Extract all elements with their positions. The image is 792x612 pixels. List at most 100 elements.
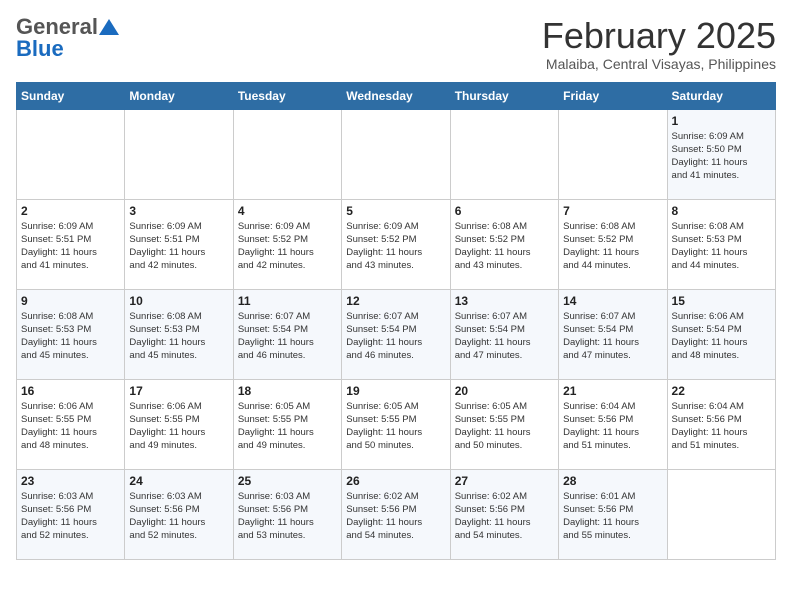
- calendar-cell: 22 Sunrise: 6:04 AM Sunset: 5:56 PM Dayli…: [667, 379, 775, 469]
- day-number: 4: [238, 204, 337, 218]
- calendar-cell: [233, 109, 341, 199]
- day-info: Sunrise: 6:03 AM Sunset: 5:56 PM Dayligh…: [238, 490, 337, 543]
- calendar-cell: 23 Sunrise: 6:03 AM Sunset: 5:56 PM Dayli…: [17, 469, 125, 559]
- day-info: Sunrise: 6:04 AM Sunset: 5:56 PM Dayligh…: [563, 400, 662, 453]
- day-info: Sunrise: 6:05 AM Sunset: 5:55 PM Dayligh…: [238, 400, 337, 453]
- day-number: 16: [21, 384, 120, 398]
- day-info: Sunrise: 6:07 AM Sunset: 5:54 PM Dayligh…: [455, 310, 554, 363]
- day-number: 15: [672, 294, 771, 308]
- day-number: 5: [346, 204, 445, 218]
- day-number: 28: [563, 474, 662, 488]
- day-info: Sunrise: 6:06 AM Sunset: 5:54 PM Dayligh…: [672, 310, 771, 363]
- calendar-week-row: 2Sunrise: 6:09 AM Sunset: 5:51 PM Daylig…: [17, 199, 776, 289]
- day-info: Sunrise: 6:09 AM Sunset: 5:52 PM Dayligh…: [346, 220, 445, 273]
- day-info: Sunrise: 6:07 AM Sunset: 5:54 PM Dayligh…: [346, 310, 445, 363]
- calendar-cell: 5 Sunrise: 6:09 AM Sunset: 5:52 PM Daylig…: [342, 199, 450, 289]
- calendar-cell: 16 Sunrise: 6:06 AM Sunset: 5:55 PM Dayli…: [17, 379, 125, 469]
- month-year-title: February 2025: [542, 16, 776, 56]
- calendar-cell: 17 Sunrise: 6:06 AM Sunset: 5:55 PM Dayli…: [125, 379, 233, 469]
- calendar-cell: 15 Sunrise: 6:06 AM Sunset: 5:54 PM Dayli…: [667, 289, 775, 379]
- day-info: Sunrise: 6:07 AM Sunset: 5:54 PM Dayligh…: [563, 310, 662, 363]
- calendar-cell: [17, 109, 125, 199]
- weekday-header-row: SundayMondayTuesdayWednesdayThursdayFrid…: [17, 82, 776, 109]
- day-number: 23: [21, 474, 120, 488]
- calendar-cell: 14 Sunrise: 6:07 AM Sunset: 5:54 PM Dayli…: [559, 289, 667, 379]
- location-subtitle: Malaiba, Central Visayas, Philippines: [542, 56, 776, 72]
- calendar-table: SundayMondayTuesdayWednesdayThursdayFrid…: [16, 82, 776, 560]
- logo-icon: [99, 19, 119, 35]
- day-number: 14: [563, 294, 662, 308]
- day-info: Sunrise: 6:08 AM Sunset: 5:53 PM Dayligh…: [672, 220, 771, 273]
- calendar-week-row: 16 Sunrise: 6:06 AM Sunset: 5:55 PM Dayli…: [17, 379, 776, 469]
- day-number: 24: [129, 474, 228, 488]
- calendar-cell: 3 Sunrise: 6:09 AM Sunset: 5:51 PM Daylig…: [125, 199, 233, 289]
- day-info: Sunrise: 6:02 AM Sunset: 5:56 PM Dayligh…: [346, 490, 445, 543]
- page-header: General Blue February 2025 Malaiba, Cent…: [16, 16, 776, 72]
- day-number: 22: [672, 384, 771, 398]
- day-info: Sunrise: 6:08 AM Sunset: 5:53 PM Dayligh…: [129, 310, 228, 363]
- logo-general-text: General: [16, 16, 98, 38]
- day-number: 21: [563, 384, 662, 398]
- day-number: 27: [455, 474, 554, 488]
- weekday-header-monday: Monday: [125, 82, 233, 109]
- day-info: Sunrise: 6:01 AM Sunset: 5:56 PM Dayligh…: [563, 490, 662, 543]
- day-number: 10: [129, 294, 228, 308]
- calendar-cell: [450, 109, 558, 199]
- day-number: 6: [455, 204, 554, 218]
- day-number: 19: [346, 384, 445, 398]
- calendar-cell: 13 Sunrise: 6:07 AM Sunset: 5:54 PM Dayli…: [450, 289, 558, 379]
- calendar-cell: 27Sunrise: 6:02 AM Sunset: 5:56 PM Dayli…: [450, 469, 558, 559]
- day-info: Sunrise: 6:09 AM Sunset: 5:51 PM Dayligh…: [21, 220, 120, 273]
- weekday-header-friday: Friday: [559, 82, 667, 109]
- calendar-cell: [125, 109, 233, 199]
- calendar-cell: 4 Sunrise: 6:09 AM Sunset: 5:52 PM Daylig…: [233, 199, 341, 289]
- calendar-cell: 21 Sunrise: 6:04 AM Sunset: 5:56 PM Dayli…: [559, 379, 667, 469]
- calendar-cell: 28 Sunrise: 6:01 AM Sunset: 5:56 PM Dayli…: [559, 469, 667, 559]
- day-info: Sunrise: 6:05 AM Sunset: 5:55 PM Dayligh…: [346, 400, 445, 453]
- day-number: 18: [238, 384, 337, 398]
- day-number: 11: [238, 294, 337, 308]
- day-info: Sunrise: 6:06 AM Sunset: 5:55 PM Dayligh…: [129, 400, 228, 453]
- day-info: Sunrise: 6:04 AM Sunset: 5:56 PM Dayligh…: [672, 400, 771, 453]
- weekday-header-saturday: Saturday: [667, 82, 775, 109]
- day-info: Sunrise: 6:06 AM Sunset: 5:55 PM Dayligh…: [21, 400, 120, 453]
- calendar-cell: 18 Sunrise: 6:05 AM Sunset: 5:55 PM Dayli…: [233, 379, 341, 469]
- calendar-week-row: 9 Sunrise: 6:08 AM Sunset: 5:53 PM Daylig…: [17, 289, 776, 379]
- calendar-cell: 12 Sunrise: 6:07 AM Sunset: 5:54 PM Dayli…: [342, 289, 450, 379]
- day-info: Sunrise: 6:08 AM Sunset: 5:52 PM Dayligh…: [563, 220, 662, 273]
- day-number: 9: [21, 294, 120, 308]
- day-number: 8: [672, 204, 771, 218]
- day-number: 13: [455, 294, 554, 308]
- calendar-cell: 8 Sunrise: 6:08 AM Sunset: 5:53 PM Daylig…: [667, 199, 775, 289]
- day-info: Sunrise: 6:07 AM Sunset: 5:54 PM Dayligh…: [238, 310, 337, 363]
- day-info: Sunrise: 6:03 AM Sunset: 5:56 PM Dayligh…: [129, 490, 228, 543]
- calendar-cell: 26Sunrise: 6:02 AM Sunset: 5:56 PM Dayli…: [342, 469, 450, 559]
- calendar-cell: [559, 109, 667, 199]
- day-number: 7: [563, 204, 662, 218]
- logo-blue-text: Blue: [16, 36, 64, 61]
- calendar-cell: 19 Sunrise: 6:05 AM Sunset: 5:55 PM Dayli…: [342, 379, 450, 469]
- day-info: Sunrise: 6:03 AM Sunset: 5:56 PM Dayligh…: [21, 490, 120, 543]
- calendar-cell: 24 Sunrise: 6:03 AM Sunset: 5:56 PM Dayli…: [125, 469, 233, 559]
- day-number: 1: [672, 114, 771, 128]
- calendar-cell: [667, 469, 775, 559]
- day-info: Sunrise: 6:08 AM Sunset: 5:52 PM Dayligh…: [455, 220, 554, 273]
- calendar-cell: 25Sunrise: 6:03 AM Sunset: 5:56 PM Dayli…: [233, 469, 341, 559]
- day-info: Sunrise: 6:09 AM Sunset: 5:51 PM Dayligh…: [129, 220, 228, 273]
- calendar-week-row: 1Sunrise: 6:09 AM Sunset: 5:50 PM Daylig…: [17, 109, 776, 199]
- calendar-cell: 2Sunrise: 6:09 AM Sunset: 5:51 PM Daylig…: [17, 199, 125, 289]
- calendar-week-row: 23 Sunrise: 6:03 AM Sunset: 5:56 PM Dayli…: [17, 469, 776, 559]
- calendar-cell: [342, 109, 450, 199]
- day-number: 12: [346, 294, 445, 308]
- day-number: 3: [129, 204, 228, 218]
- day-number: 20: [455, 384, 554, 398]
- weekday-header-wednesday: Wednesday: [342, 82, 450, 109]
- calendar-cell: 10 Sunrise: 6:08 AM Sunset: 5:53 PM Dayli…: [125, 289, 233, 379]
- weekday-header-sunday: Sunday: [17, 82, 125, 109]
- day-number: 17: [129, 384, 228, 398]
- day-info: Sunrise: 6:05 AM Sunset: 5:55 PM Dayligh…: [455, 400, 554, 453]
- day-info: Sunrise: 6:09 AM Sunset: 5:52 PM Dayligh…: [238, 220, 337, 273]
- weekday-header-tuesday: Tuesday: [233, 82, 341, 109]
- logo: General Blue: [16, 16, 120, 61]
- calendar-cell: 20 Sunrise: 6:05 AM Sunset: 5:55 PM Dayli…: [450, 379, 558, 469]
